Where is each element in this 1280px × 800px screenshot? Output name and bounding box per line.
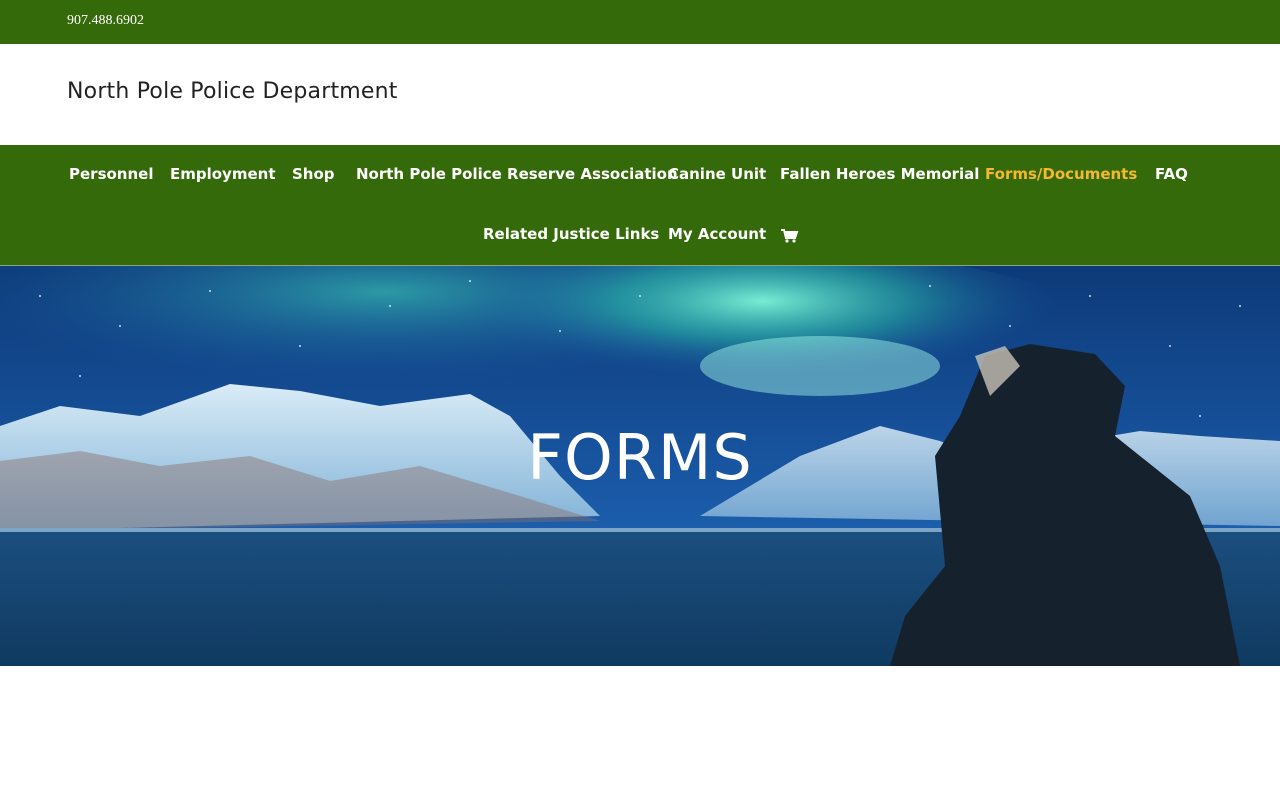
nav-item-forms-documents[interactable]: Forms/Documents: [985, 165, 1137, 183]
top-bar: 907.488.6902: [0, 0, 1280, 44]
main-nav: Personnel Employment Shop North Pole Pol…: [0, 145, 1280, 266]
page-title: FORMS: [527, 421, 753, 494]
nav-item-related-justice-links[interactable]: Related Justice Links: [483, 225, 659, 243]
nav-item-faq[interactable]: FAQ: [1155, 165, 1188, 183]
nav-item-reserve-association[interactable]: North Pole Police Reserve Association: [356, 165, 678, 183]
nav-item-canine-unit[interactable]: Canine Unit: [668, 165, 766, 183]
phone-number[interactable]: 907.488.6902: [67, 13, 144, 29]
nav-item-personnel[interactable]: Personnel: [69, 165, 153, 183]
nav-item-employment[interactable]: Employment: [170, 165, 276, 183]
shopping-cart-icon[interactable]: [781, 229, 799, 243]
nav-item-my-account[interactable]: My Account: [668, 225, 766, 243]
nav-item-fallen-heroes-memorial[interactable]: Fallen Heroes Memorial: [780, 165, 979, 183]
nav-item-shop[interactable]: Shop: [292, 165, 335, 183]
site-header: North Pole Police Department: [0, 44, 1280, 145]
hero-banner: FORMS: [0, 266, 1280, 666]
site-title[interactable]: North Pole Police Department: [67, 79, 398, 104]
